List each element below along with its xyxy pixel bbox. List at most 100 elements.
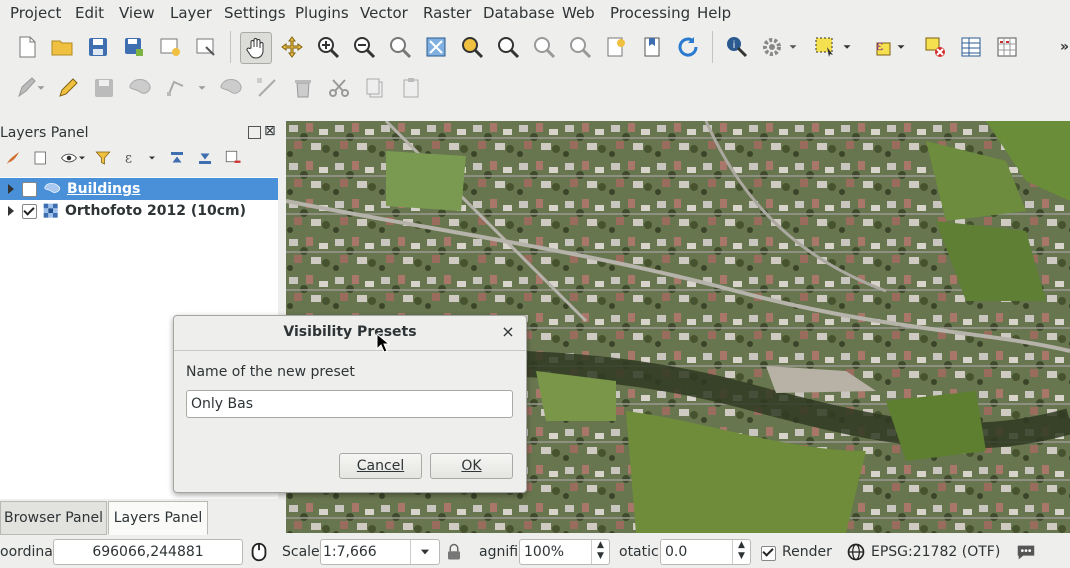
style-brush-icon[interactable] — [2, 147, 24, 169]
expand-arrow-icon[interactable] — [8, 184, 14, 194]
refresh-icon[interactable] — [673, 32, 703, 62]
menu-view[interactable]: View — [119, 4, 155, 22]
layer-visibility-checkbox[interactable] — [22, 203, 37, 219]
ok-button[interactable]: OK — [430, 453, 513, 479]
new-print-layout-icon[interactable] — [155, 32, 185, 62]
vertex-tool-icon[interactable] — [161, 73, 191, 103]
menu-project[interactable]: Project — [10, 4, 61, 22]
select-by-expression-icon[interactable]: ε — [866, 32, 896, 62]
chevron-down-icon[interactable] — [34, 73, 48, 103]
chevron-down-icon[interactable] — [76, 147, 88, 169]
expand-arrow-icon[interactable] — [8, 206, 14, 216]
menu-raster[interactable]: Raster — [423, 4, 471, 22]
menu-edit[interactable]: Edit — [75, 4, 104, 22]
float-panel-icon[interactable] — [248, 126, 261, 139]
pan-to-selection-icon[interactable] — [277, 32, 307, 62]
zoom-to-selection-icon[interactable] — [457, 32, 487, 62]
preset-name-label: Name of the new preset — [186, 364, 355, 380]
pan-hand-icon[interactable] — [240, 32, 272, 64]
menu-web[interactable]: Web — [562, 4, 595, 22]
layer-row-orthofoto[interactable]: Orthofoto 2012 (10cm) — [0, 200, 278, 222]
chevron-down-icon[interactable] — [410, 540, 439, 564]
paste-icon[interactable] — [396, 73, 426, 103]
chevron-down-icon[interactable] — [894, 32, 908, 62]
scale-label: Scale — [282, 544, 320, 560]
node-tool-icon[interactable] — [252, 73, 282, 103]
menu-vector[interactable]: Vector — [360, 4, 408, 22]
tab-layers-panel[interactable]: Layers Panel — [108, 501, 208, 535]
move-feature-icon[interactable] — [216, 73, 246, 103]
menu-help[interactable]: Help — [697, 4, 731, 22]
visibility-presets-dialog: Visibility Presets × Name of the new pre… — [173, 315, 527, 493]
save-as-icon[interactable] — [119, 32, 149, 62]
save-project-icon[interactable] — [83, 32, 113, 62]
render-label: Render — [782, 544, 832, 560]
collapse-all-icon[interactable] — [194, 147, 216, 169]
scale-combo[interactable]: 1:7,666 — [320, 539, 440, 565]
zoom-native-icon[interactable] — [385, 32, 415, 62]
toggle-extents-mouse-icon[interactable] — [246, 538, 272, 566]
cut-scissors-icon[interactable] — [324, 73, 354, 103]
new-map-view-icon[interactable] — [601, 32, 631, 62]
zoom-last-icon[interactable] — [529, 32, 559, 62]
crs-label[interactable]: EPSG:21782 (OTF) — [871, 544, 1000, 560]
chevron-down-icon[interactable] — [195, 73, 209, 103]
cancel-button[interactable]: Cancel — [339, 453, 422, 479]
coordinate-field[interactable]: 696066,244881 — [53, 539, 243, 565]
new-project-icon[interactable] — [12, 32, 42, 62]
menu-database[interactable]: Database — [483, 4, 555, 22]
layout-manager-icon[interactable] — [191, 32, 221, 62]
attribute-table-icon[interactable] — [956, 32, 986, 62]
zoom-next-icon[interactable] — [565, 32, 595, 62]
layer-name: Buildings — [67, 181, 141, 197]
identify-icon[interactable]: i — [722, 32, 752, 62]
magnifier-spinbox[interactable]: 100% ▲ ▼ — [519, 539, 610, 565]
new-bookmark-icon[interactable] — [637, 32, 667, 62]
svg-text:i: i — [733, 40, 736, 51]
zoom-full-icon[interactable] — [421, 32, 451, 62]
add-group-icon[interactable] — [30, 147, 52, 169]
preset-name-input[interactable] — [186, 390, 513, 418]
zoom-to-layer-icon[interactable] — [493, 32, 523, 62]
chevron-down-icon[interactable] — [146, 147, 158, 169]
layer-visibility-checkbox[interactable] — [22, 181, 37, 197]
open-project-icon[interactable] — [47, 32, 77, 62]
save-edits-icon[interactable] — [89, 73, 119, 103]
spin-arrows-icon[interactable]: ▲ ▼ — [591, 540, 609, 564]
close-panel-icon[interactable]: ⊠ — [264, 123, 276, 139]
rotation-spinbox[interactable]: 0.0 ▲ ▼ — [660, 539, 751, 565]
dialog-title[interactable]: Visibility Presets — [174, 324, 526, 340]
menu-processing[interactable]: Processing — [610, 4, 690, 22]
deselect-all-icon[interactable] — [920, 32, 950, 62]
actions-gear-icon[interactable] — [757, 32, 787, 62]
filter-expression-icon[interactable]: ε — [120, 147, 142, 169]
rotation-value: 0.0 — [665, 544, 688, 560]
chevron-down-icon[interactable] — [786, 32, 800, 62]
crs-globe-icon[interactable] — [844, 539, 868, 565]
tab-browser-panel[interactable]: Browser Panel — [0, 501, 107, 535]
layer-row-buildings[interactable]: Buildings — [0, 178, 278, 200]
add-feature-icon[interactable] — [125, 73, 155, 103]
messages-bubble-icon[interactable] — [1012, 539, 1040, 565]
zoom-in-icon[interactable] — [313, 32, 343, 62]
remove-layer-icon[interactable] — [222, 147, 244, 169]
select-features-icon[interactable] — [810, 32, 840, 62]
main-toolbar: i ε » — [0, 27, 1070, 67]
menu-settings[interactable]: Settings — [224, 4, 286, 22]
menu-layer[interactable]: Layer — [170, 4, 212, 22]
toolbar-overflow-button[interactable]: » — [1060, 39, 1069, 55]
statistics-icon[interactable] — [992, 32, 1022, 62]
expand-all-icon[interactable] — [166, 147, 188, 169]
menu-plugins[interactable]: Plugins — [295, 4, 349, 22]
toggle-editing-pencil-icon[interactable] — [53, 73, 83, 103]
delete-trash-icon[interactable] — [288, 73, 318, 103]
chevron-down-icon[interactable] — [840, 32, 854, 62]
spin-arrows-icon[interactable]: ▲ ▼ — [732, 540, 750, 564]
copy-icon[interactable] — [360, 73, 390, 103]
magnifier-value: 100% — [524, 544, 565, 560]
close-icon[interactable]: × — [499, 322, 517, 341]
zoom-out-icon[interactable] — [349, 32, 379, 62]
magnifier-label: agnifi — [479, 544, 519, 560]
lock-scale-icon[interactable] — [443, 538, 465, 566]
filter-funnel-icon[interactable] — [92, 147, 114, 169]
